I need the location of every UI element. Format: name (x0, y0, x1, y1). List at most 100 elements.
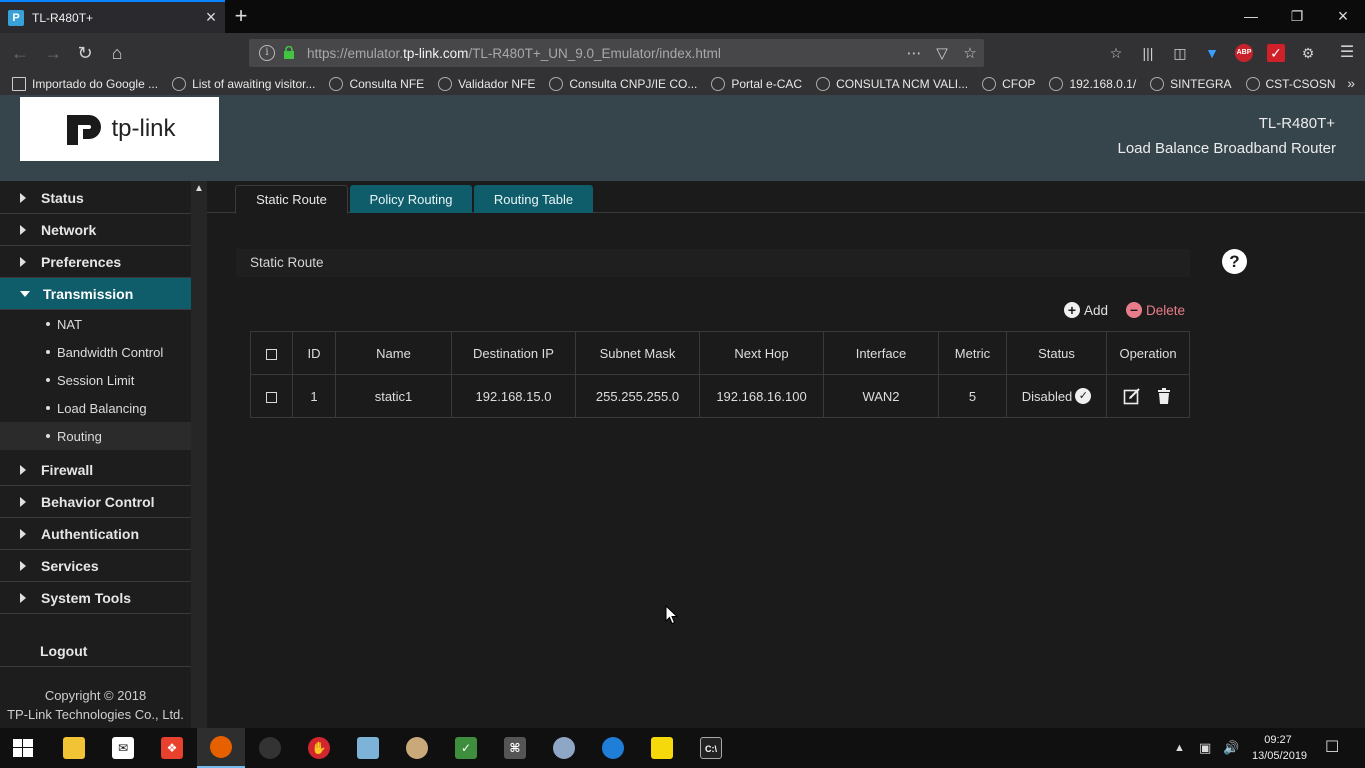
status-toggle[interactable]: Disabled ✓ (1022, 388, 1092, 404)
check-circle-icon[interactable]: ✓ (1075, 388, 1092, 404)
caret-down-icon (20, 290, 30, 297)
bookmark-item[interactable]: CONSULTA NCM VALI... (816, 77, 968, 91)
logo-text: tp-link (111, 115, 176, 142)
library-icon[interactable]: ||| (1139, 44, 1157, 62)
logout-link[interactable]: Logout (40, 643, 87, 659)
select-all-checkbox[interactable] (266, 348, 277, 360)
tab-static-route[interactable]: Static Route (235, 185, 348, 214)
sidebar-subitem-load-balancing[interactable]: Load Balancing (0, 394, 191, 422)
minimize-icon[interactable]: — (1228, 0, 1274, 33)
sidebar-item-authentication[interactable]: Authentication (0, 518, 191, 550)
hand-app-icon[interactable]: ✋ (295, 728, 343, 768)
add-button[interactable]: + Add (1064, 302, 1108, 318)
url-bar[interactable]: i https://emulator.tp-link.com/TL-R480T+… (249, 39, 984, 67)
row-checkbox[interactable] (266, 391, 277, 403)
delete-label: Delete (1146, 302, 1186, 318)
sidebar-item-label: Status (41, 189, 84, 206)
help-icon[interactable]: ? (1222, 249, 1247, 274)
person-app-icon[interactable] (393, 728, 441, 768)
tab-routing-table[interactable]: Routing Table (474, 185, 593, 213)
sidebar-item-preferences[interactable]: Preferences (0, 246, 191, 278)
delete-button[interactable]: – Delete (1126, 302, 1185, 318)
browser-tab-bar: P TL-R480T+ × + — ❐ × (0, 0, 1365, 33)
edit-icon[interactable] (1123, 387, 1141, 405)
bookmark-item[interactable]: CST-CSOSN (1245, 77, 1336, 91)
page-icon (172, 77, 187, 91)
globe-icon (1150, 77, 1165, 91)
pdf-extension-icon[interactable]: ✓ (1267, 44, 1285, 62)
bookmark-star-icon[interactable]: ☆ (956, 44, 984, 62)
restore-icon[interactable]: ❐ (1274, 0, 1320, 33)
network-tray-icon[interactable]: ▣ (1199, 728, 1211, 768)
spreadsheet-app-icon[interactable]: ✓ (442, 728, 490, 768)
scroll-up-icon[interactable]: ▲ (191, 181, 207, 197)
tray-chevron-icon[interactable]: ▲ (1174, 728, 1185, 768)
tp-link-favicon-icon: P (8, 9, 24, 26)
notifications-icon[interactable]: ☐ (1325, 728, 1339, 768)
terminal-icon[interactable]: C:\ (687, 728, 735, 768)
bookmark-label: CST-CSOSN (1265, 77, 1336, 91)
tool-app-icon[interactable]: ⌘ (491, 728, 539, 768)
pocket-icon[interactable]: ▽ (928, 44, 956, 62)
hamburger-menu-icon[interactable]: ☰ (1338, 44, 1356, 62)
file-explorer-icon[interactable] (50, 728, 98, 768)
info-icon[interactable]: i (259, 45, 275, 61)
sidebar-subitem-routing[interactable]: Routing (0, 422, 191, 450)
adblock-icon[interactable]: ABP (1235, 44, 1253, 62)
firefox-icon[interactable] (197, 728, 245, 768)
sidebar-subitem-nat[interactable]: NAT (0, 310, 191, 338)
windows-taskbar: ✉ ❖ ✋ ✓ ⌘ C:\ ▲ ▣ 🔊 09:27 13/05/2019 ☐ (0, 728, 1365, 768)
extension-icon[interactable]: ⚙ (1299, 44, 1317, 62)
cell-name: static1 (335, 374, 452, 418)
bookmark-item[interactable]: SINTEGRA (1150, 77, 1232, 91)
browser-app-icon[interactable] (589, 728, 637, 768)
sidebar-item-firewall[interactable]: Firewall (0, 454, 191, 486)
mail-icon[interactable]: ✉ (99, 728, 147, 768)
bookmark-item[interactable]: Portal e-CAC (711, 77, 802, 91)
sidebar-item-transmission[interactable]: Transmission (0, 278, 191, 310)
sidebar-scrollbar[interactable]: ▲ (191, 181, 207, 728)
vpn-extension-icon[interactable]: ▼ (1203, 44, 1221, 62)
bookmark-label: CONSULTA NCM VALI... (836, 77, 969, 91)
close-tab-icon[interactable]: × (201, 7, 221, 28)
sidebar-icon[interactable]: ◫ (1171, 44, 1189, 62)
row-select-cell (250, 374, 293, 418)
sidebar-item-status[interactable]: Status (0, 182, 191, 214)
router-subtitle: Load Balance Broadband Router (1117, 140, 1337, 157)
trash-icon[interactable] (1155, 387, 1173, 405)
browser-tab[interactable]: P TL-R480T+ × (0, 0, 225, 33)
bookmark-item[interactable]: Importado do Google ... (12, 77, 158, 91)
sidebar-subitem-bandwidth-control[interactable]: Bandwidth Control (0, 338, 191, 366)
tab-policy-routing[interactable]: Policy Routing (350, 185, 472, 213)
notes-app-icon[interactable] (344, 728, 392, 768)
bookmark-item[interactable]: List of awaiting visitor... (172, 77, 315, 91)
bookmark-item[interactable]: CFOP (982, 77, 1035, 91)
globe-icon (1049, 77, 1064, 91)
sidebar-item-system-tools[interactable]: System Tools (0, 582, 191, 614)
reload-icon[interactable]: ↻ (73, 41, 97, 65)
anydesk-icon[interactable]: ❖ (148, 728, 196, 768)
sidebar-item-behavior-control[interactable]: Behavior Control (0, 486, 191, 518)
home-icon[interactable]: ⌂ (105, 41, 129, 65)
sidebar-item-network[interactable]: Network (0, 214, 191, 246)
windows-start-icon[interactable] (13, 739, 33, 757)
forward-icon[interactable]: → (41, 41, 65, 65)
new-tab-icon[interactable]: + (230, 4, 252, 28)
bookmarks-overflow-icon[interactable]: » (1347, 75, 1355, 91)
sticky-notes-icon[interactable] (638, 728, 686, 768)
bookmark-item[interactable]: Consulta NFE (329, 77, 424, 91)
bookmark-item[interactable]: Consulta CNPJ/IE CO... (549, 77, 697, 91)
sidebar-item-services[interactable]: Services (0, 550, 191, 582)
back-icon[interactable]: ← (8, 41, 32, 65)
volume-icon[interactable]: 🔊 (1223, 728, 1239, 768)
app-icon[interactable] (246, 728, 294, 768)
close-window-icon[interactable]: × (1320, 0, 1365, 33)
sidebar-subitem-session-limit[interactable]: Session Limit (0, 366, 191, 394)
section-title: Static Route (236, 249, 1190, 277)
clock[interactable]: 09:27 13/05/2019 (1252, 732, 1307, 764)
bookmarks-menu-icon[interactable]: ☆ (1107, 44, 1125, 62)
bookmark-item[interactable]: 192.168.0.1/ (1049, 77, 1136, 91)
bookmark-item[interactable]: Validador NFE (438, 77, 535, 91)
network-app-icon[interactable] (540, 728, 588, 768)
page-actions-icon[interactable]: ⋯ (900, 44, 928, 62)
